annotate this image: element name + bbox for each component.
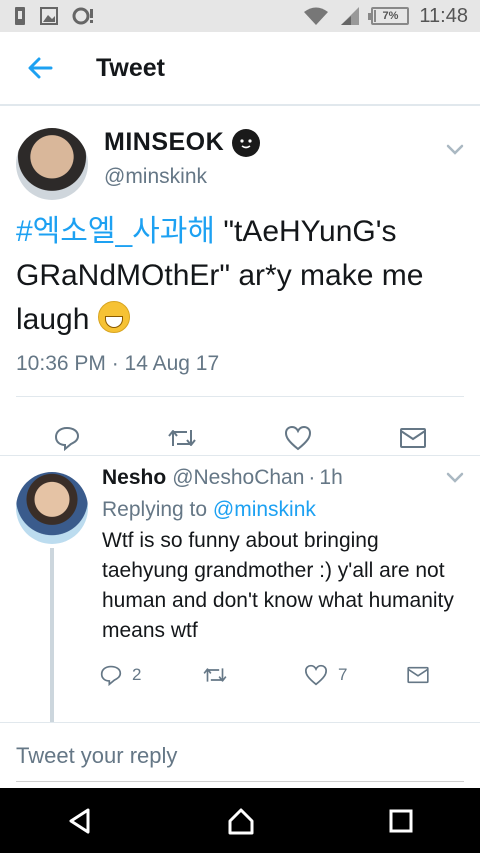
replying-to-label: Replying to xyxy=(102,498,213,521)
author-name[interactable]: MINSEOK xyxy=(104,128,224,157)
tweet-text: #엑소엘_사과해 "tAeHYunG's GRaNdMOthEr" ar*y m… xyxy=(0,210,480,342)
tweet-actions xyxy=(0,397,480,461)
retweet-button[interactable] xyxy=(202,664,304,686)
tweet-timestamp: 10:36 PM · 14 Aug 17 xyxy=(16,352,220,375)
tweet-text-line2: GRaNdMOthEr" ar*y make me xyxy=(16,259,424,292)
battery-percent: 7% xyxy=(382,10,399,22)
signal-icon xyxy=(341,7,360,25)
back-arrow-icon xyxy=(28,57,53,79)
reply-icon xyxy=(54,426,79,451)
share-mail-icon xyxy=(399,428,426,448)
author-handle[interactable]: @minskink xyxy=(104,165,260,189)
battery-icon: 7% xyxy=(368,7,410,25)
reply-composer[interactable]: Tweet your reply xyxy=(0,722,480,788)
battery-level-fill xyxy=(374,10,377,22)
reply-button[interactable]: 2 xyxy=(100,664,202,686)
replying-to-handle[interactable]: @minskink xyxy=(213,498,316,521)
hashtag-link[interactable]: #엑소엘_사과해 xyxy=(16,215,215,248)
emoji-face-icon xyxy=(232,128,261,157)
nav-back-icon[interactable] xyxy=(66,807,94,835)
wifi-icon xyxy=(304,7,329,25)
chevron-down-icon[interactable] xyxy=(446,144,464,156)
tweet-text-line1: "tAeHYunG's xyxy=(214,215,397,248)
separator-dot: · xyxy=(308,466,316,489)
reply-actions: 2 7 xyxy=(100,664,480,686)
android-nav-bar xyxy=(0,788,480,853)
page-title: Tweet xyxy=(96,53,165,82)
reply-count: 2 xyxy=(132,665,142,684)
status-bar: 7% 11:48 xyxy=(0,0,480,32)
reply-author-handle[interactable]: @NeshoChan xyxy=(172,466,304,490)
reply-text: Wtf is so funny about bringing taehyung … xyxy=(102,529,454,642)
chevron-down-icon[interactable] xyxy=(446,472,464,484)
like-icon xyxy=(304,664,328,686)
like-icon xyxy=(284,425,311,451)
share-button[interactable] xyxy=(406,664,480,686)
retweet-icon xyxy=(167,430,196,446)
tweet-text-line3: laugh xyxy=(16,303,98,336)
reply-author-name[interactable]: Nesho xyxy=(102,466,166,490)
back-button[interactable] xyxy=(0,31,80,105)
laughing-emoji-icon xyxy=(97,301,130,333)
clock: 11:48 xyxy=(419,4,468,27)
reply-icon xyxy=(100,665,122,686)
notification-icon xyxy=(72,7,93,25)
retweet-icon xyxy=(203,668,227,682)
reply-time: 1h xyxy=(319,466,343,489)
sim-icon xyxy=(15,7,25,25)
replying-to: Replying to @minskink xyxy=(102,498,464,522)
share-mail-icon xyxy=(407,666,429,684)
thread-line xyxy=(50,548,54,722)
app-bar: Tweet xyxy=(0,32,480,106)
image-icon xyxy=(40,7,58,25)
nav-recents-icon[interactable] xyxy=(388,808,414,834)
reply-input[interactable]: Tweet your reply xyxy=(16,743,177,769)
avatar[interactable] xyxy=(16,472,88,544)
avatar[interactable] xyxy=(16,128,88,200)
main-tweet: MINSEOK @minskink #엑소엘_사과해 "tAeHYunG's G… xyxy=(0,108,480,461)
like-button[interactable]: 7 xyxy=(304,664,406,686)
nav-home-icon[interactable] xyxy=(226,806,256,836)
like-count: 7 xyxy=(338,665,348,684)
reply-tweet[interactable]: Nesho @NeshoChan · 1h Replying to @minsk… xyxy=(0,456,480,722)
input-underline xyxy=(16,781,464,782)
